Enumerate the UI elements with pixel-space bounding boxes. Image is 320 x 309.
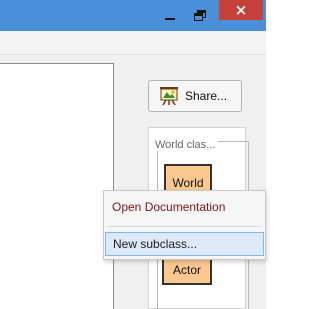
context-menu: Open Documentation New subclass...	[103, 190, 266, 260]
menu-item-new-subclass[interactable]: New subclass...	[105, 232, 264, 256]
restore-button[interactable]	[188, 3, 212, 27]
share-button-label: Share...	[185, 89, 228, 103]
world-canvas[interactable]	[0, 63, 114, 309]
share-button[interactable]: Share...	[148, 80, 242, 112]
menu-item-open-documentation[interactable]: Open Documentation	[104, 195, 265, 219]
window-titlebar: ×	[0, 0, 266, 31]
easel-icon	[160, 87, 178, 106]
minimize-icon	[165, 18, 175, 20]
restore-icon	[194, 9, 206, 21]
menu-bar	[0, 31, 266, 55]
close-button[interactable]: ×	[219, 0, 263, 20]
world-classes-title: World clas...	[152, 139, 219, 151]
minimize-button[interactable]	[158, 3, 182, 27]
menu-separator	[108, 226, 261, 227]
close-icon: ×	[234, 0, 248, 19]
